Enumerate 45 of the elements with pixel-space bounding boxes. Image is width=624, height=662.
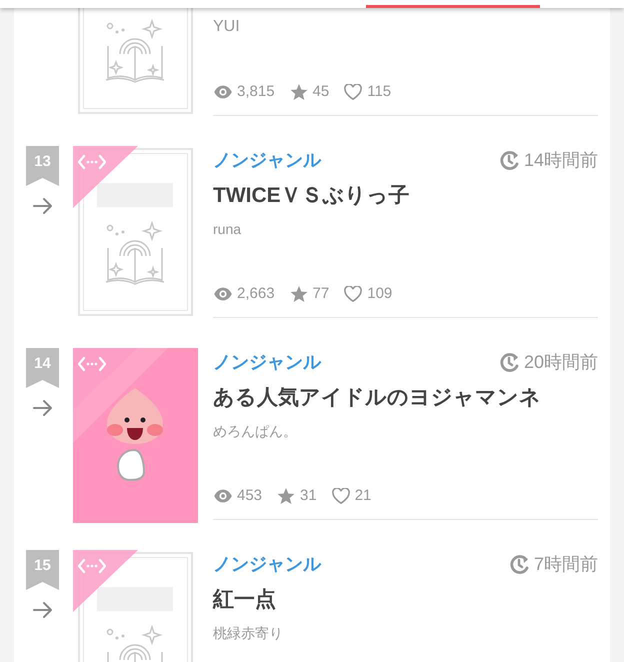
clock-icon [498, 352, 519, 372]
arrow-icon [32, 398, 53, 418]
code-icon [78, 154, 106, 170]
corner-ribbon [73, 348, 138, 410]
rank-badge: 14 [26, 348, 59, 388]
star-icon [288, 286, 309, 302]
stat-count: 115 [367, 82, 392, 102]
author-name: めろんぱん。 [213, 422, 297, 440]
author-name: 桃緑赤寄り [213, 624, 283, 642]
heart-icon [330, 488, 351, 504]
star-icon [288, 84, 309, 100]
rank-badge: 15 [26, 550, 59, 590]
story-title[interactable]: 紅一点 [213, 584, 276, 616]
eye-icon [213, 488, 233, 504]
stat-count: 453 [237, 486, 262, 506]
timestamp: 7時間前 [534, 552, 598, 576]
author-name: runa [213, 220, 242, 238]
corner-ribbon [73, 550, 138, 612]
clock-icon [508, 554, 529, 574]
stat-count: 77 [312, 284, 330, 304]
heart-icon [343, 84, 364, 100]
stat-count: 45 [312, 82, 330, 102]
author-name: YUI [213, 17, 240, 37]
timestamp: 14時間前 [524, 148, 598, 172]
book-icon [104, 220, 166, 286]
stat-count: 31 [300, 486, 317, 506]
eye-icon [213, 84, 233, 100]
story-title[interactable]: ある人気アイドルのヨジャマンネ [213, 382, 541, 414]
timestamp: 20時間前 [524, 350, 598, 374]
rank-badge: 13 [26, 146, 59, 186]
stat-count: 21 [354, 486, 372, 506]
code-icon [78, 356, 106, 372]
eye-icon [213, 286, 233, 302]
book-icon [104, 18, 166, 84]
corner-ribbon [73, 146, 138, 208]
code-icon [78, 558, 106, 574]
stat-count: 109 [367, 284, 392, 304]
clock-icon [498, 150, 519, 170]
star-icon [276, 488, 296, 504]
stat-count: 2,663 [237, 284, 275, 304]
arrow-icon [32, 196, 53, 216]
arrow-icon [32, 600, 53, 620]
heart-icon [343, 286, 364, 302]
story-title[interactable]: TWICEＶＳぶりっ子 [213, 180, 410, 212]
stat-count: 3,815 [237, 82, 275, 102]
